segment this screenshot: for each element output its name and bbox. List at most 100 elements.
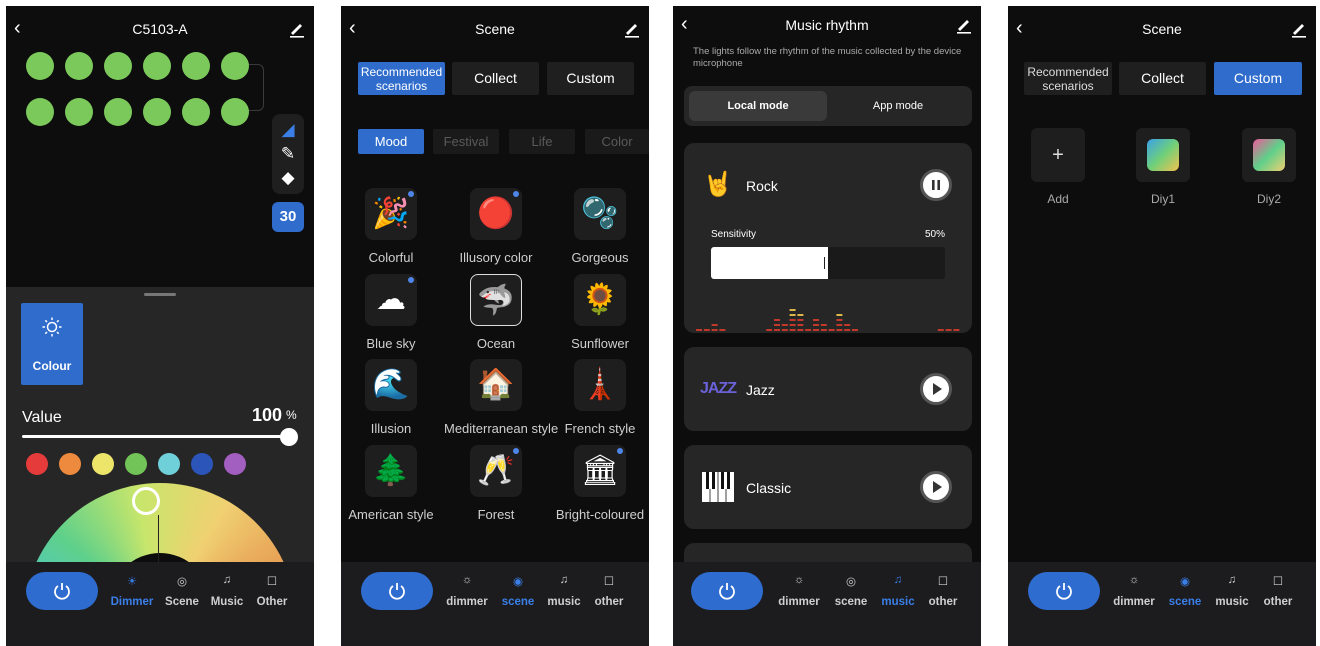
value-unit: %	[286, 408, 297, 422]
equalizer-bar	[953, 329, 960, 331]
power-button[interactable]	[691, 572, 763, 610]
tab-label: Scene	[165, 596, 199, 608]
scene-item[interactable]: 🗼 French style	[548, 359, 649, 436]
pause-button[interactable]	[920, 169, 952, 201]
color-wheel-picker[interactable]	[132, 487, 160, 515]
local-mode-button[interactable]: Local mode	[689, 91, 827, 121]
edit-icon[interactable]	[288, 18, 306, 38]
light-dot[interactable]	[104, 52, 132, 80]
segment-custom[interactable]: Custom	[547, 62, 634, 95]
chip-mood[interactable]: Mood	[358, 129, 424, 154]
count-badge[interactable]: 30	[272, 202, 304, 232]
segment-collect[interactable]: Collect	[452, 62, 539, 95]
power-button[interactable]	[26, 572, 98, 610]
tab-scene[interactable]: ◎ scene	[826, 574, 876, 608]
scene-item[interactable]: 🦈 Ocean	[444, 274, 548, 351]
color-swatch[interactable]	[59, 453, 81, 475]
page-title: Scene	[1142, 21, 1182, 37]
jazz-card[interactable]: JAZZ Jazz	[684, 347, 972, 431]
light-dot[interactable]	[182, 98, 210, 126]
light-dot[interactable]	[26, 98, 54, 126]
play-button[interactable]	[920, 471, 952, 503]
edit-icon[interactable]	[623, 18, 641, 38]
classic-card[interactable]: Classic	[684, 445, 972, 529]
back-icon[interactable]: ‹	[349, 18, 365, 38]
sensitivity-slider[interactable]	[711, 247, 945, 279]
color-swatch[interactable]	[191, 453, 213, 475]
scene-item[interactable]: 🌊 Illusion	[341, 359, 443, 436]
edit-icon[interactable]	[1290, 18, 1308, 38]
tab-dimmer[interactable]: ☀ Dimmer	[106, 574, 158, 608]
tab-other[interactable]: ☐ other	[584, 574, 634, 608]
drag-handle[interactable]	[144, 293, 176, 296]
tab-label: other	[1263, 596, 1293, 608]
tab-music[interactable]: ♫ Music	[202, 574, 252, 608]
play-button[interactable]	[920, 373, 952, 405]
back-icon[interactable]: ‹	[1016, 18, 1032, 38]
equalizer-bar	[789, 319, 796, 321]
colour-mode-button[interactable]: Colour	[21, 303, 83, 385]
light-dot[interactable]	[104, 98, 132, 126]
tab-dimmer[interactable]: ☼ dimmer	[442, 574, 492, 608]
scene-item[interactable]: 🌲 American style	[341, 445, 443, 522]
segment-custom[interactable]: Custom	[1214, 62, 1302, 95]
chip-festival[interactable]: Festival	[433, 129, 499, 154]
tab-scene[interactable]: ◉ scene	[493, 574, 543, 608]
light-dot[interactable]	[65, 98, 93, 126]
power-button[interactable]	[1028, 572, 1100, 610]
power-button[interactable]	[361, 572, 433, 610]
app-mode-button[interactable]: App mode	[829, 91, 967, 121]
tab-other[interactable]: ☐ Other	[247, 574, 297, 608]
paint-bucket-icon[interactable]: ◢	[278, 120, 298, 140]
chip-color[interactable]: Color	[585, 129, 649, 154]
tab-dimmer[interactable]: ☼ dimmer	[774, 574, 824, 608]
scene-item[interactable]: ☁ Blue sky	[341, 274, 443, 351]
edit-icon[interactable]	[955, 14, 973, 34]
segment-collect[interactable]: Collect	[1119, 62, 1206, 95]
scene-item[interactable]: 🫧 Gorgeous	[548, 188, 649, 265]
rock-card[interactable]: 🤘 Rock Sensitivity 50%	[684, 143, 972, 333]
tab-music[interactable]: ♫ music	[1207, 574, 1257, 608]
tool-panel: ◢ ✎ ◆	[272, 114, 304, 194]
pen-icon[interactable]: ✎	[278, 144, 298, 164]
scene-item[interactable]: 🔴 Illusory color	[444, 188, 548, 265]
color-swatch[interactable]	[26, 453, 48, 475]
diy2-item[interactable]: Diy2	[1239, 128, 1299, 206]
light-dot[interactable]	[65, 52, 93, 80]
segment-recommended[interactable]: Recommended scenarios	[358, 62, 445, 95]
light-dot[interactable]	[143, 98, 171, 126]
color-swatch[interactable]	[92, 453, 114, 475]
tab-other[interactable]: ☐ other	[1253, 574, 1303, 608]
scene-item[interactable]: 🏛 Bright-coloured	[548, 445, 649, 522]
add-scene-item[interactable]: + Add	[1028, 128, 1088, 206]
eraser-icon[interactable]: ◆	[278, 168, 298, 188]
chip-life[interactable]: Life	[509, 129, 575, 154]
back-icon[interactable]: ‹	[681, 14, 697, 34]
brightness-slider-knob[interactable]	[280, 428, 298, 446]
equalizer-bar	[813, 319, 819, 321]
tab-music[interactable]: ♫ music	[873, 574, 923, 608]
tab-other[interactable]: ☐ other	[918, 574, 968, 608]
tab-dimmer[interactable]: ☼ dimmer	[1109, 574, 1159, 608]
light-dot[interactable]	[143, 52, 171, 80]
scene-item[interactable]: 🥂 Forest	[444, 445, 548, 522]
scene-item[interactable]: 🎉 Colorful	[341, 188, 443, 265]
segment-recommended[interactable]: Recommended scenarios	[1024, 62, 1112, 95]
scene-item[interactable]: 🌻 Sunflower	[548, 274, 649, 351]
tab-scene[interactable]: ◉ scene	[1160, 574, 1210, 608]
light-dot[interactable]	[26, 52, 54, 80]
diy1-thumbnail	[1136, 128, 1190, 182]
light-dot[interactable]	[221, 98, 249, 126]
brightness-slider[interactable]	[22, 435, 290, 438]
light-dot[interactable]	[221, 52, 249, 80]
light-dot[interactable]	[182, 52, 210, 80]
tab-label: other	[928, 596, 958, 608]
tab-scene[interactable]: ◎ Scene	[157, 574, 207, 608]
color-swatch[interactable]	[224, 453, 246, 475]
scene-item[interactable]: 🏠 Mediterranean style	[444, 359, 558, 436]
back-icon[interactable]: ‹	[14, 18, 30, 38]
color-swatch[interactable]	[125, 453, 147, 475]
diy1-item[interactable]: Diy1	[1133, 128, 1193, 206]
tab-music[interactable]: ♫ music	[539, 574, 589, 608]
color-swatch[interactable]	[158, 453, 180, 475]
